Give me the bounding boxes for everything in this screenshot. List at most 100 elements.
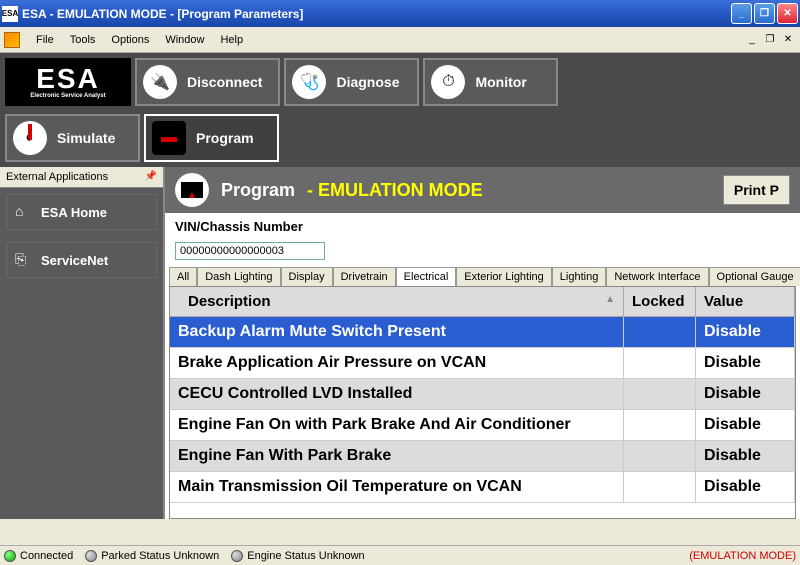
menubar: File Tools Options Window Help _ ❐ ✕ (0, 27, 800, 53)
cell-locked (624, 410, 696, 441)
statusbar: Connected Parked Status Unknown Engine S… (0, 545, 800, 565)
status-connected: Connected (20, 550, 73, 562)
disconnect-label: Disconnect (187, 74, 262, 90)
tab-display[interactable]: Display (281, 267, 333, 286)
parameter-grid: Description ▲ Locked Value Backup Alarm … (169, 286, 796, 519)
program-header-icon (175, 173, 209, 207)
cell-desc: Main Transmission Oil Temperature on VCA… (170, 472, 624, 503)
sidebar-home-label: ESA Home (41, 205, 107, 220)
print-button[interactable]: Print P (723, 175, 790, 205)
maximize-button[interactable]: ❐ (754, 3, 775, 24)
vin-input[interactable] (175, 242, 325, 260)
window-title: ESA - EMULATION MODE - [Program Paramete… (22, 7, 731, 21)
mdi-close[interactable]: ✕ (780, 33, 796, 47)
menu-file[interactable]: File (28, 30, 62, 50)
status-engine: Engine Status Unknown (247, 550, 364, 562)
cell-desc: CECU Controlled LVD Installed (170, 379, 624, 410)
simulate-label: Simulate (57, 130, 115, 146)
table-row[interactable]: Engine Fan With Park Brake Disable (170, 441, 795, 472)
program-icon: ▬ (152, 121, 186, 155)
table-row[interactable]: Brake Application Air Pressure on VCAN D… (170, 348, 795, 379)
simulate-button[interactable]: ◐ Simulate (5, 114, 140, 162)
mdi-restore[interactable]: ❐ (762, 33, 778, 47)
cell-locked (624, 379, 696, 410)
esa-logo: ESA Electronic Service Analyst (5, 58, 131, 106)
main-area: External Applications 📌 ⌂ ESA Home ⎘ Ser… (0, 167, 800, 519)
sidebar-servicenet-label: ServiceNet (41, 253, 108, 268)
tab-exterior-lighting[interactable]: Exterior Lighting (456, 267, 552, 286)
menu-help[interactable]: Help (212, 30, 251, 50)
servicenet-icon: ⎘ (15, 251, 33, 269)
header-value[interactable]: Value (696, 287, 795, 317)
cell-desc: Engine Fan On with Park Brake And Air Co… (170, 410, 624, 441)
program-label: Program (196, 130, 254, 146)
tab-electrical[interactable]: Electrical (396, 267, 457, 286)
cell-desc: Brake Application Air Pressure on VCAN (170, 348, 624, 379)
cell-value: Disable (696, 317, 795, 348)
table-row[interactable]: Engine Fan On with Park Brake And Air Co… (170, 410, 795, 441)
sort-asc-icon: ▲ (605, 294, 615, 305)
diagnose-button[interactable]: 🩺 Diagnose (284, 58, 419, 106)
category-tabs: All Dash Lighting Display Drivetrain Ele… (165, 266, 800, 286)
sidebar-item-servicenet[interactable]: ⎘ ServiceNet (6, 242, 157, 278)
program-button[interactable]: ▬ Program (144, 114, 279, 162)
mdi-minimize[interactable]: _ (744, 33, 760, 47)
menu-window[interactable]: Window (157, 30, 212, 50)
monitor-icon: ⏱ (431, 65, 465, 99)
grid-header: Description ▲ Locked Value (170, 287, 795, 317)
vin-area: VIN/Chassis Number (165, 213, 800, 266)
tab-lighting[interactable]: Lighting (552, 267, 607, 286)
cell-value: Disable (696, 348, 795, 379)
cell-locked (624, 472, 696, 503)
program-title: Program (221, 180, 295, 201)
titlebar: ESA ESA - EMULATION MODE - [Program Para… (0, 0, 800, 27)
window-buttons: _ ❐ ✕ (731, 3, 798, 24)
sidebar: External Applications 📌 ⌂ ESA Home ⎘ Ser… (0, 167, 165, 519)
app-icon: ESA (2, 6, 18, 22)
diagnose-icon: 🩺 (292, 65, 326, 99)
tab-network-interface[interactable]: Network Interface (606, 267, 708, 286)
tab-optional-gauge[interactable]: Optional Gauge (709, 267, 800, 286)
program-mode: - EMULATION MODE (307, 180, 483, 201)
mdi-buttons: _ ❐ ✕ (744, 33, 796, 47)
tab-all[interactable]: All (169, 267, 197, 286)
vin-label: VIN/Chassis Number (175, 219, 790, 234)
disconnect-button[interactable]: 🔌 Disconnect (135, 58, 280, 106)
pin-icon[interactable]: 📌 (145, 171, 157, 183)
header-locked[interactable]: Locked (624, 287, 696, 317)
minimize-button[interactable]: _ (731, 3, 752, 24)
sidebar-item-home[interactable]: ⌂ ESA Home (6, 194, 157, 230)
header-description[interactable]: Description ▲ (170, 287, 624, 317)
cell-desc: Engine Fan With Park Brake (170, 441, 624, 472)
program-header: Program - EMULATION MODE Print P (165, 167, 800, 213)
cell-locked (624, 441, 696, 472)
menu-app-icon (4, 32, 20, 48)
status-parked: Parked Status Unknown (101, 550, 219, 562)
menu-options[interactable]: Options (103, 30, 157, 50)
cell-value: Disable (696, 441, 795, 472)
menu-tools[interactable]: Tools (62, 30, 104, 50)
cell-value: Disable (696, 472, 795, 503)
home-icon: ⌂ (15, 203, 33, 221)
close-button[interactable]: ✕ (777, 3, 798, 24)
table-row[interactable]: Main Transmission Oil Temperature on VCA… (170, 472, 795, 503)
diagnose-label: Diagnose (336, 74, 399, 90)
tab-drivetrain[interactable]: Drivetrain (333, 267, 396, 286)
table-row[interactable]: CECU Controlled LVD Installed Disable (170, 379, 795, 410)
cell-locked (624, 348, 696, 379)
parked-led-icon (85, 550, 97, 562)
content-area: Program - EMULATION MODE Print P VIN/Cha… (165, 167, 800, 519)
cell-desc: Backup Alarm Mute Switch Present (170, 317, 624, 348)
connected-led-icon (4, 550, 16, 562)
tab-dash-lighting[interactable]: Dash Lighting (197, 267, 280, 286)
simulate-icon: ◐ (13, 121, 47, 155)
disconnect-icon: 🔌 (143, 65, 177, 99)
grid-body: Backup Alarm Mute Switch Present Disable… (170, 317, 795, 503)
toolbar: ESA Electronic Service Analyst 🔌 Disconn… (0, 53, 800, 167)
cell-value: Disable (696, 410, 795, 441)
logo-small: Electronic Service Analyst (30, 93, 105, 99)
engine-led-icon (231, 550, 243, 562)
table-row[interactable]: Backup Alarm Mute Switch Present Disable (170, 317, 795, 348)
sidebar-header: External Applications 📌 (0, 167, 163, 188)
monitor-button[interactable]: ⏱ Monitor (423, 58, 558, 106)
